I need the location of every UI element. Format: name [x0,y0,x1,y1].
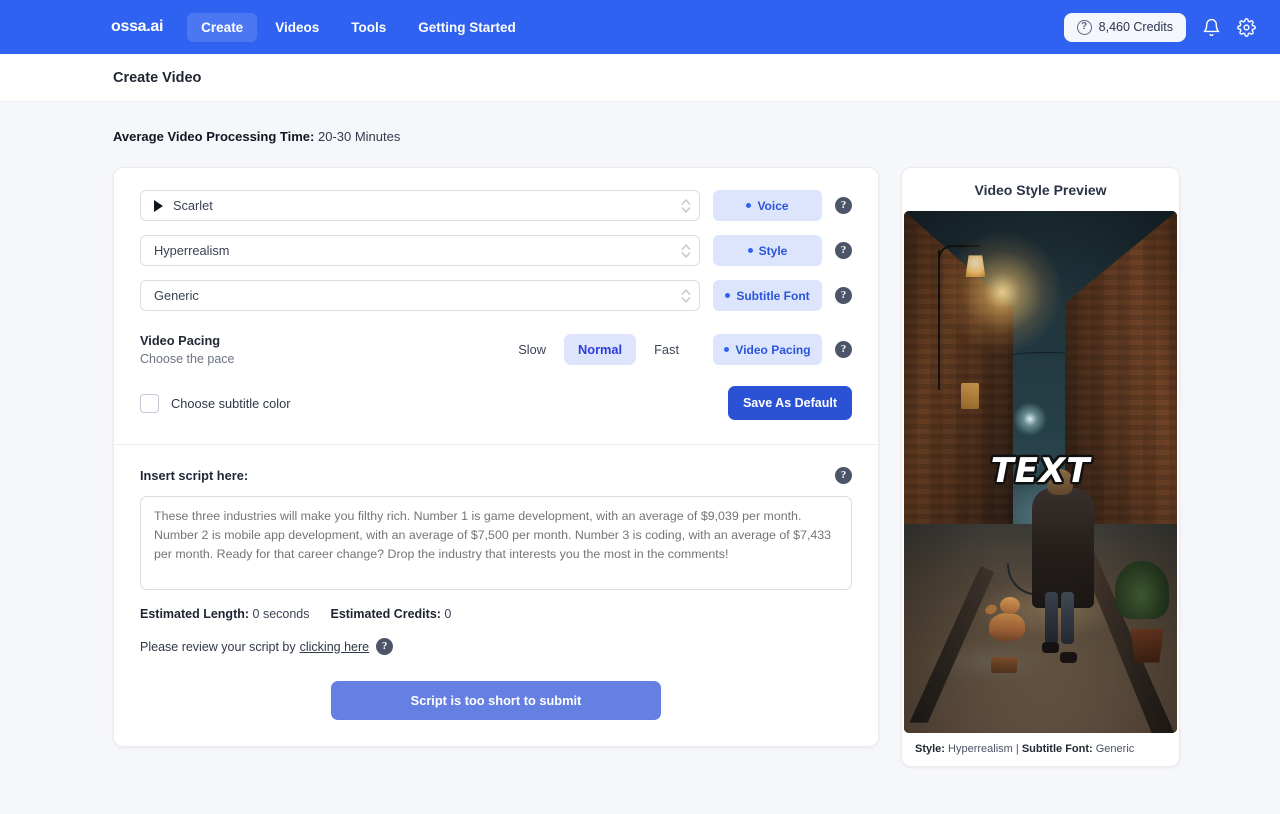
subtitle-font-badge[interactable]: Subtitle Font [713,280,822,311]
nav-link-getting-started[interactable]: Getting Started [404,13,530,42]
pacing-option-normal[interactable]: Normal [564,334,637,365]
voice-value: Scarlet [173,198,213,213]
chevron-up-down-icon[interactable] [679,239,693,263]
badge-dot-icon [724,347,730,352]
script-help-icon[interactable]: ? [835,467,852,484]
pacing-options: Slow Normal Fast [504,334,693,365]
nav-links: Create Videos Tools Getting Started [187,12,530,42]
subtitle-font-row: Generic Subtitle Font ? [140,280,852,311]
nav-link-create[interactable]: Create [187,12,258,42]
voice-help-icon[interactable]: ? [835,197,852,214]
voice-badge-label: Voice [757,198,789,213]
play-icon[interactable] [154,199,163,212]
review-script-link[interactable]: clicking here [300,640,369,654]
subtitle-color-label: Choose subtitle color [171,395,291,411]
style-row: Hyperrealism Style ? [140,235,852,266]
video-pacing-row: Video Pacing Choose the pace Slow Normal… [140,333,852,366]
nav-link-tools[interactable]: Tools [337,13,400,42]
subtitle-font-help-icon[interactable]: ? [835,287,852,304]
style-badge[interactable]: Style [713,235,822,266]
gear-icon[interactable] [1237,17,1256,37]
create-video-card: Scarlet Voice ? Hyperrealism Style ? Gen… [113,167,879,747]
style-value: Hyperrealism [154,243,230,258]
preview-font-label: Subtitle Font: [1021,743,1093,755]
video-pacing-badge[interactable]: Video Pacing [713,334,822,365]
video-pacing-labels: Video Pacing Choose the pace [140,333,491,366]
review-script-line: Please review your script by clicking he… [140,638,852,655]
submit-script-button[interactable]: Script is too short to submit [331,681,661,720]
processing-time-value: 20-30 Minutes [317,129,401,144]
preview-style-label: Style: [915,743,945,755]
preview-style-value: Hyperrealism [948,743,1013,755]
script-input[interactable] [140,496,852,590]
estimated-length-value: 0 seconds [252,607,310,621]
subtitle-font-badge-label: Subtitle Font [736,288,810,303]
review-prefix-text: Please review your script by [140,639,296,654]
preview-separator: | [1015,743,1019,755]
bell-icon[interactable] [1202,18,1221,37]
save-as-default-button[interactable]: Save As Default [727,386,852,420]
navbar-right-group: ? 8,460 Credits [1063,12,1256,42]
preview-font-value: Generic [1095,743,1135,755]
question-circle-icon: ? [1076,19,1092,35]
estimates-line: Estimated Length: 0 seconds Estimated Cr… [140,607,852,621]
voice-select[interactable]: Scarlet [140,190,700,221]
chevron-up-down-icon[interactable] [679,284,693,308]
badge-dot-icon [747,248,753,253]
main-content: Scarlet Voice ? Hyperrealism Style ? Gen… [113,167,1280,767]
style-badge-label: Style [758,243,788,258]
nav-link-videos[interactable]: Videos [261,13,333,42]
script-label: Insert script here: [140,468,249,483]
voice-badge[interactable]: Voice [713,190,822,221]
video-pacing-title: Video Pacing [140,333,221,348]
estimated-credits-value: 0 [444,607,452,621]
subtitle-text-overlay: TEXT [990,451,1091,492]
subtitle-font-value: Generic [154,288,199,303]
subtitle-color-checkbox[interactable] [140,393,159,413]
processing-time-line: Average Video Processing Time: 20-30 Min… [113,129,1280,144]
page-title: Create Video [113,69,202,86]
estimated-credits-label: Estimated Credits: [330,607,441,621]
preview-footer: Style: Hyperrealism | Subtitle Font: Gen… [902,733,1179,766]
pacing-option-slow[interactable]: Slow [504,334,560,365]
chevron-up-down-icon[interactable] [679,194,693,218]
video-pacing-subtitle: Choose the pace [140,352,235,366]
subtitle-color-row: Choose subtitle color Save As Default [140,386,852,420]
processing-time-label: Average Video Processing Time: [113,129,315,144]
subtitle-font-select[interactable]: Generic [140,280,700,311]
credits-label: 8,460 Credits [1098,20,1173,34]
video-pacing-badge-label: Video Pacing [735,342,811,357]
estimated-length-label: Estimated Length: [140,607,250,621]
top-navbar: ossa.ai Create Videos Tools Getting Star… [0,0,1280,54]
credits-button[interactable]: ? 8,460 Credits [1063,12,1186,42]
badge-dot-icon [725,293,731,298]
video-style-preview-card: Video Style Preview TEXT Style: Hyperrea… [901,167,1180,767]
pacing-option-fast[interactable]: Fast [640,334,693,365]
page-subheader: Create Video [0,54,1280,102]
review-help-icon[interactable]: ? [376,638,394,655]
preview-image: TEXT [904,211,1177,733]
video-pacing-help-icon[interactable]: ? [835,341,852,358]
preview-title: Video Style Preview [974,182,1107,198]
page-body: Average Video Processing Time: 20-30 Min… [0,102,1280,767]
card-divider [114,444,878,445]
brand-logo[interactable]: ossa.ai [111,18,163,36]
style-help-icon[interactable]: ? [835,242,852,259]
style-select[interactable]: Hyperrealism [140,235,700,266]
badge-dot-icon [746,203,752,208]
script-header: Insert script here: ? [140,467,852,484]
voice-row: Scarlet Voice ? [140,190,852,221]
